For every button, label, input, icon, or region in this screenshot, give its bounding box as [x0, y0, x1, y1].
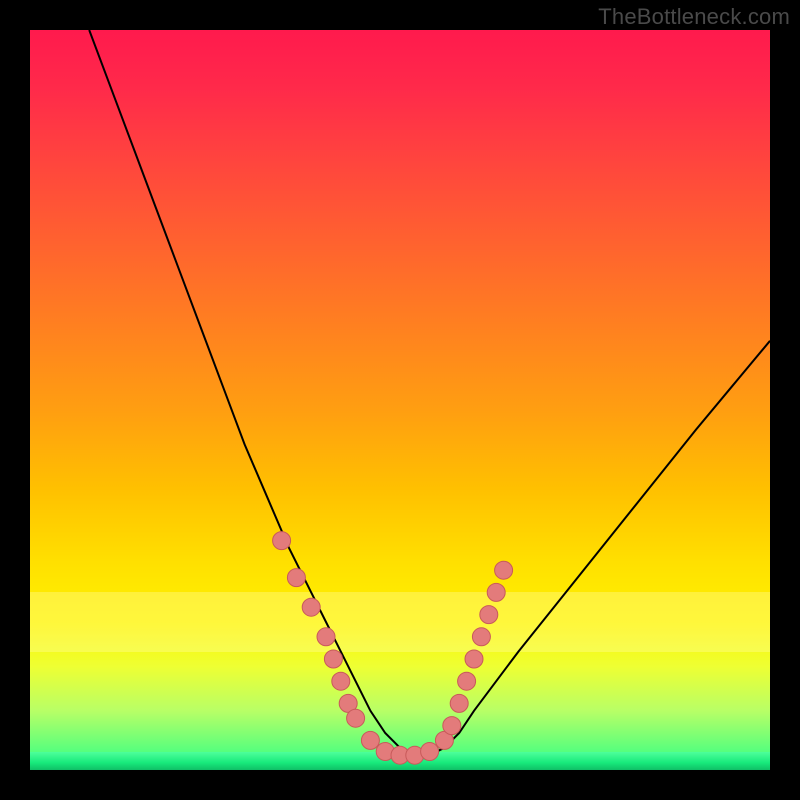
curve-marker: [302, 598, 320, 616]
curve-marker: [472, 628, 490, 646]
curve-marker: [332, 672, 350, 690]
curve-marker: [450, 694, 468, 712]
curve-marker: [361, 731, 379, 749]
curve-layer: [30, 30, 770, 770]
curve-marker: [458, 672, 476, 690]
curve-marker: [324, 650, 342, 668]
curve-marker: [487, 583, 505, 601]
curve-marker: [421, 743, 439, 761]
curve-marker: [287, 569, 305, 587]
curve-marker: [443, 717, 461, 735]
curve-marker: [347, 709, 365, 727]
chart-frame: TheBottleneck.com: [0, 0, 800, 800]
curve-marker: [465, 650, 483, 668]
curve-marker: [273, 532, 291, 550]
curve-marker: [495, 561, 513, 579]
watermark-text: TheBottleneck.com: [598, 4, 790, 30]
bottleneck-curve: [89, 30, 770, 755]
curve-marker: [317, 628, 335, 646]
marker-group: [273, 532, 513, 765]
curve-marker: [480, 606, 498, 624]
